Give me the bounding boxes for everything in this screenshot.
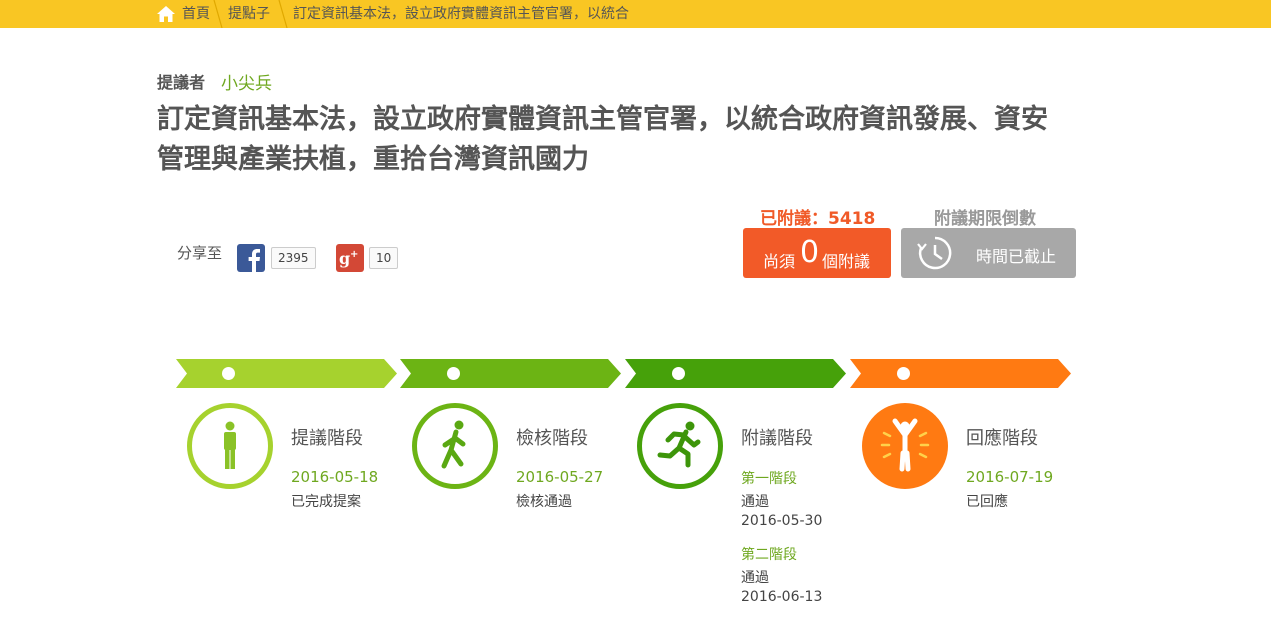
stage-marker-dot [672,367,685,380]
phase-title: 第二階段 [741,547,797,563]
stage-status: 已回應 [966,494,1008,510]
signed-count: 已附議：5418 [760,209,876,229]
running-person-icon [657,421,701,468]
breadcrumb-section-link[interactable]: 提點子 [228,0,270,28]
clock-icon [917,236,952,270]
home-icon[interactable] [157,6,175,22]
stage-marker-dot [897,367,910,380]
stage-status: 已完成提案 [291,494,361,510]
stage-marker-dot [222,367,235,380]
googleplus-icon[interactable]: g + [336,244,364,272]
facebook-icon[interactable] [237,244,265,272]
standing-person-icon [224,421,236,469]
stage-circle-second [637,403,723,489]
stage-date: 2016-07-19 [966,468,1054,486]
remaining-number: 0 [800,235,820,270]
breadcrumb: 首頁 提點子 訂定資訊基本法，設立政府實體資訊主管官署，以統合 [0,0,1271,28]
proposer-name-link[interactable]: 小尖兵 [221,69,272,94]
stage-name: 回應階段 [966,428,1038,449]
stage-arrow-review [400,359,621,388]
svg-text:g: g [339,249,350,268]
phase-date: 2016-06-13 [741,589,823,605]
stage-circle-response [862,403,948,489]
breadcrumb-home-link[interactable]: 首頁 [182,0,210,28]
stage-name: 提議階段 [291,428,363,449]
stage-name: 檢核階段 [516,428,588,449]
stage-marker-dot [447,367,460,380]
breadcrumb-current: 訂定資訊基本法，設立政府實體資訊主管官署，以統合 [293,6,629,22]
countdown-status: 時間已截止 [976,247,1057,266]
phase-status: 通過 [741,494,769,510]
remaining-prefix: 尚須 [763,252,796,271]
page-title: 訂定資訊基本法，設立政府實體資訊主管官署，以統合政府資訊發展、資安管理與產業扶植… [157,104,1048,175]
breadcrumb-separator-icon [278,0,288,28]
stage-date: 2016-05-27 [516,468,604,486]
stage-name: 附議階段 [741,428,813,449]
stage-arrow-second [625,359,846,388]
remaining-signatures-box: 尚須 0 個附議 [743,228,891,278]
stage-arrow-response [850,359,1071,388]
cheering-person-icon [880,418,930,472]
countdown-label: 附議期限倒數 [934,209,1036,229]
remaining-suffix: 個附議 [822,252,871,271]
stage-circle-propose [187,403,273,489]
phase-title: 第一階段 [741,471,797,487]
phase-status: 通過 [741,570,769,586]
share-label: 分享至 [177,244,223,262]
breadcrumb-separator-icon [213,0,223,28]
googleplus-share-count: 10 [369,247,399,269]
stage-status: 檢核通過 [516,494,572,510]
countdown-box: 時間已截止 [901,228,1076,278]
stage-arrow-propose [176,359,397,388]
facebook-share-count: 2395 [271,247,316,269]
phase-date: 2016-05-30 [741,513,823,529]
stage-circle-review [412,403,498,489]
stage-date: 2016-05-18 [291,468,379,486]
walking-person-icon [441,420,466,469]
svg-text:+: + [350,249,358,260]
proposer-label: 提議者 [157,73,206,92]
